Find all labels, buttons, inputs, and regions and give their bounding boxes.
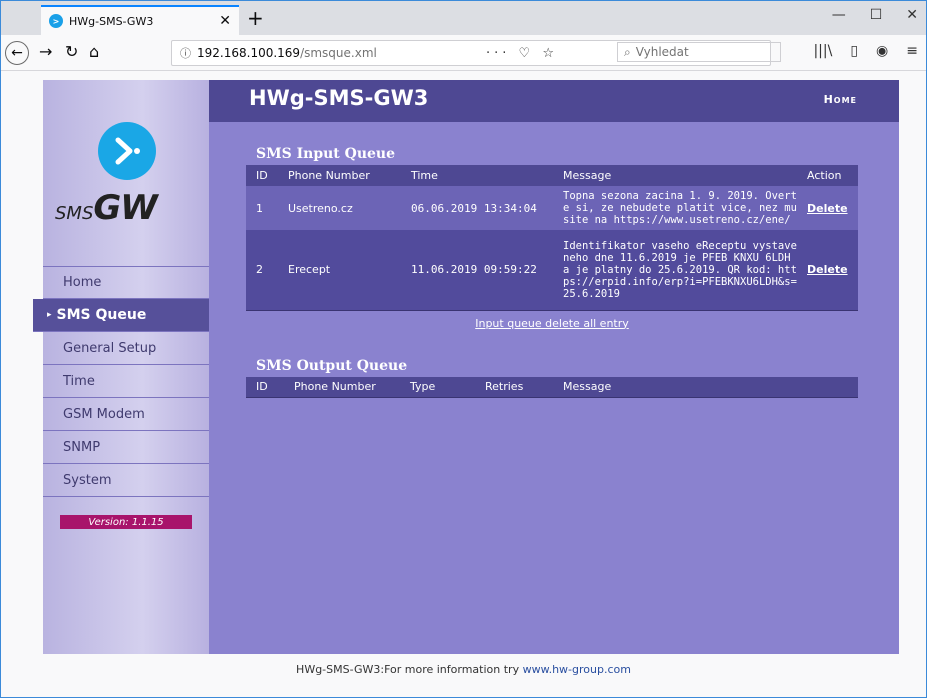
col-header: Phone Number <box>278 165 401 186</box>
sidebar-item-label: System <box>63 472 112 488</box>
tab-title: HWg-SMS-GW3 <box>69 14 154 28</box>
sidebar-item-home[interactable]: Home <box>43 266 209 299</box>
browser-tab[interactable]: > HWg-SMS-GW3 ✕ <box>41 5 239 35</box>
input-queue-table: ID Phone Number Time Message Action 1 Us… <box>246 165 858 311</box>
tab-bar: > HWg-SMS-GW3 ✕ + — ☐ ✕ <box>1 1 926 35</box>
sidebar-item-label: Time <box>63 373 95 389</box>
logo-text: SMSGW <box>55 188 205 228</box>
favicon-icon: > <box>49 14 63 28</box>
sidebar-item-label: Home <box>63 275 102 290</box>
cell-id: 1 <box>246 186 278 230</box>
main-content: SMS Input Queue ID Phone Number Time Mes… <box>246 122 858 398</box>
table-row: 1 Usetreno.cz 06.06.2019 13:34:04 Topna … <box>246 186 858 230</box>
col-header: Type <box>400 376 475 398</box>
page-footer: HWg-SMS-GW3:For more information try www… <box>1 654 926 684</box>
output-queue-title: SMS Output Queue <box>256 357 408 374</box>
col-header: Action <box>797 165 858 186</box>
page-actions-icon[interactable]: ··· ♡ ☆ <box>486 46 558 61</box>
library-icon[interactable]: |||\ <box>813 43 832 59</box>
footer-link[interactable]: www.hw-group.com <box>523 663 631 676</box>
cell-phone: Usetreno.cz <box>278 186 401 230</box>
home-icon[interactable]: ⌂ <box>89 41 99 63</box>
version-badge: Version: 1.1.15 <box>60 515 192 529</box>
sidebar-item-label: General Setup <box>63 340 157 356</box>
sidebar-item-label: SNMP <box>63 439 101 455</box>
cell-time: 06.06.2019 13:34:04 <box>401 186 553 230</box>
page-content: SMSGW Home ▸ SMS Queue General Setup Time… <box>33 80 899 654</box>
output-queue-table: ID Phone Number Type Retries Message <box>246 376 858 398</box>
toolbar-right: |||\ ▯ ◉ ≡ <box>813 43 918 59</box>
sidebar-icon[interactable]: ▯ <box>850 43 858 59</box>
cell-message: Identifikator vaseho eReceptu vystaveneh… <box>553 230 797 310</box>
sidebar-menu: Home ▸ SMS Queue General Setup Time GSM M… <box>33 266 209 497</box>
cell-phone: Erecept <box>278 230 401 310</box>
col-header: Time <box>401 165 553 186</box>
footer-text: HWg-SMS-GW3:For more information try <box>296 662 520 676</box>
close-window-icon[interactable]: ✕ <box>906 7 918 23</box>
col-header: Retries <box>475 376 553 398</box>
forward-arrow-icon[interactable]: → <box>39 41 52 63</box>
col-header: Message <box>553 165 797 186</box>
menu-icon[interactable]: ≡ <box>906 43 918 59</box>
cell-id: 2 <box>246 230 278 310</box>
reload-icon[interactable]: ↻ <box>65 41 78 63</box>
table-header-row: ID Phone Number Time Message Action <box>246 165 858 186</box>
sidebar-item-general-setup[interactable]: General Setup <box>43 332 209 365</box>
logo-gw: GW <box>93 188 157 228</box>
col-header: ID <box>246 165 278 186</box>
sidebar: SMSGW Home ▸ SMS Queue General Setup Time… <box>33 80 209 654</box>
sidebar-item-snmp[interactable]: SNMP <box>43 431 209 464</box>
table-header-row: ID Phone Number Type Retries Message <box>246 376 858 398</box>
page-title: HWg-SMS-GW3 <box>249 86 429 110</box>
search-input[interactable]: ⌕ Vyhledat <box>617 42 781 62</box>
search-placeholder: Vyhledat <box>635 45 689 59</box>
url-host: 192.168.100.169 <box>197 46 301 60</box>
new-tab-icon[interactable]: + <box>247 6 264 30</box>
delete-all-container: Input queue delete all entry <box>246 317 858 330</box>
table-row: 2 Erecept 11.06.2019 09:59:22 Identifika… <box>246 230 858 310</box>
search-icon: ⌕ <box>624 44 631 59</box>
nav-bar: ← → ↻ ⌂ ⓘ 192.168.100.169 /smsque.xml ··… <box>1 35 926 71</box>
sidebar-item-time[interactable]: Time <box>43 365 209 398</box>
arrow-right-icon: ▸ <box>47 310 52 320</box>
logo-icon <box>98 122 156 180</box>
col-header: Phone Number <box>284 376 400 398</box>
col-header: ID <box>246 376 284 398</box>
delete-link[interactable]: Delete <box>807 263 848 276</box>
page-header: HWg-SMS-GW3 Home <box>209 80 899 122</box>
url-path: /smsque.xml <box>300 46 377 60</box>
home-link[interactable]: Home <box>824 93 857 106</box>
minimize-icon[interactable]: — <box>832 7 846 23</box>
maximize-icon[interactable]: ☐ <box>870 7 883 23</box>
col-header: Message <box>553 376 858 398</box>
sidebar-item-system[interactable]: System <box>43 464 209 497</box>
delete-all-link[interactable]: Input queue delete all entry <box>475 317 629 330</box>
browser-window: > HWg-SMS-GW3 ✕ + — ☐ ✕ ← → ↻ ⌂ ⓘ 192.16… <box>0 0 927 698</box>
sidebar-item-gsm-modem[interactable]: GSM Modem <box>43 398 209 431</box>
delete-link[interactable]: Delete <box>807 202 848 215</box>
back-arrow-icon[interactable]: ← <box>5 41 29 65</box>
input-queue-title: SMS Input Queue <box>256 146 395 162</box>
info-icon[interactable]: ⓘ <box>180 45 191 61</box>
extension-icon[interactable]: ◉ <box>876 43 888 59</box>
window-controls: — ☐ ✕ <box>832 7 918 23</box>
cell-message: Topna sezona zacina 1. 9. 2019. Overte s… <box>553 186 797 230</box>
cell-time: 11.06.2019 09:59:22 <box>401 230 553 310</box>
sidebar-item-label: SMS Queue <box>56 307 147 323</box>
sidebar-item-sms-queue[interactable]: ▸ SMS Queue <box>33 299 209 332</box>
close-tab-icon[interactable]: ✕ <box>219 13 231 29</box>
sidebar-item-label: GSM Modem <box>63 406 145 422</box>
logo-sms: SMS <box>55 203 94 224</box>
